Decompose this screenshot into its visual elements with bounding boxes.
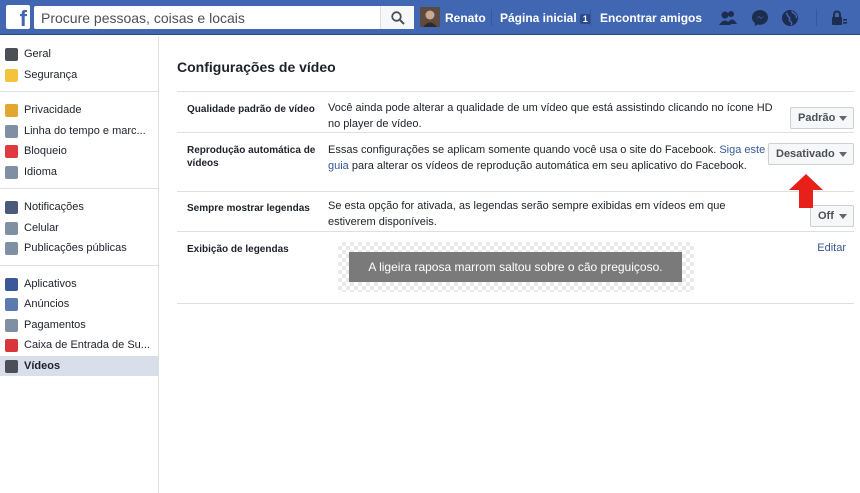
autoplay-dropdown[interactable]: Desativado: [768, 143, 854, 165]
notifications-globe-icon[interactable]: [781, 9, 799, 27]
red-arrow-up-icon: [789, 174, 823, 208]
sidebar-item-gear[interactable]: Geral: [0, 44, 158, 65]
autoplay-desc-text-after: para alterar os vídeos de reprodução aut…: [348, 160, 747, 172]
search-icon: [390, 10, 405, 25]
profile-link[interactable]: Renato: [445, 11, 486, 25]
top-navigation-bar: f Renato Página inicial1 Encontrar amigo…: [0, 0, 860, 35]
sidebar-item-mobile[interactable]: Celular: [0, 218, 158, 239]
sidebar-item-label: Vídeos: [24, 359, 61, 372]
sidebar-item-ads[interactable]: Anúncios: [0, 294, 158, 315]
sidebar-item-shield[interactable]: Segurança: [0, 65, 158, 86]
sidebar-item-label: Idioma: [24, 165, 58, 178]
settings-row-caption-display: Exibição de legendas A ligeira raposa ma…: [177, 232, 854, 304]
sidebar-group: Privacidade Linha do tempo e marc... Bloqu…: [0, 92, 158, 189]
setting-label: Sempre mostrar legendas: [187, 203, 310, 214]
sidebar-item-payments[interactable]: Pagamentos: [0, 315, 158, 336]
sidebar-item-film[interactable]: Vídeos: [0, 355, 158, 376]
sidebar-group: Notificações Celular Publicações públicas: [0, 189, 158, 266]
setting-description: Se esta opção for ativada, as legendas s…: [328, 200, 726, 228]
home-link[interactable]: Página inicial 1: [500, 11, 591, 25]
settings-row-autoplay: Reprodução automática de vídeos Essas co…: [177, 133, 854, 192]
sidebar-item-block[interactable]: Bloqueio: [0, 141, 158, 162]
search-button[interactable]: [380, 6, 414, 29]
sidebar-group: Geral Segurança: [0, 36, 158, 92]
sidebar-item-label: Aplicativos: [24, 277, 77, 290]
sidebar-item-label: Celular: [24, 221, 59, 234]
mobile-icon: [5, 221, 18, 235]
sidebar-item-label: Notificações: [24, 201, 84, 213]
privacy-shortcuts-icon[interactable]: [829, 9, 847, 27]
shield-icon: [5, 68, 18, 82]
sidebar-item-label: Pagamentos: [24, 318, 86, 331]
setting-label: Exibição de legendas: [187, 244, 289, 255]
sidebar-item-label: Segurança: [24, 68, 78, 81]
friend-requests-icon[interactable]: [719, 9, 737, 27]
caption-preview: A ligeira raposa marrom saltou sobre o c…: [338, 242, 694, 292]
user-avatar[interactable]: [420, 7, 440, 27]
sidebar-item-label: Geral: [24, 48, 51, 60]
lock-icon: [5, 104, 18, 117]
find-friends-link[interactable]: Encontrar amigos: [600, 11, 702, 25]
settings-row-default-quality: Qualidade padrão de vídeo Você ainda pod…: [177, 92, 854, 133]
nav-divider: [491, 9, 492, 26]
sidebar-item-apps[interactable]: Aplicativos: [0, 274, 158, 295]
sidebar-item-language[interactable]: Idioma: [0, 162, 158, 183]
sidebar-group: Aplicativos Anúncios Pagamentos Caixa de En…: [0, 266, 158, 383]
chevron-down-icon: [839, 152, 847, 157]
timeline-icon: [5, 124, 18, 138]
language-icon: [5, 165, 18, 179]
caption-sample-text: A ligeira raposa marrom saltou sobre o c…: [349, 252, 682, 282]
edit-captions-link[interactable]: Editar: [817, 242, 846, 254]
sidebar-item-label: Bloqueio: [24, 145, 67, 157]
setting-label: Qualidade padrão de vídeo: [187, 104, 315, 115]
quality-dropdown[interactable]: Padrão: [790, 107, 854, 129]
sidebar-item-support[interactable]: Caixa de Entrada de Su...: [0, 335, 158, 356]
apps-icon: [5, 277, 18, 291]
sidebar-item-label: Publicações públicas: [24, 242, 127, 254]
page-title: Configurações de vídeo: [177, 59, 336, 75]
dropdown-value: Desativado: [776, 148, 835, 160]
rss-icon: [5, 242, 18, 255]
facebook-logo-icon[interactable]: f: [6, 5, 30, 31]
autoplay-desc-text: Essas configurações se aplicam somente q…: [328, 144, 720, 156]
messenger-icon[interactable]: [751, 9, 769, 27]
setting-description: Você ainda pode alterar a qualidade de u…: [328, 102, 773, 130]
sidebar-item-timeline[interactable]: Linha do tempo e marc...: [0, 121, 158, 142]
chevron-down-icon: [839, 116, 847, 121]
globe-icon: [5, 201, 18, 214]
nav-divider: [816, 9, 817, 26]
support-icon: [5, 339, 18, 352]
sidebar-item-rss[interactable]: Publicações públicas: [0, 238, 158, 259]
block-icon: [5, 145, 18, 158]
settings-sidebar: Geral Segurança Privacidade Linha do tempo …: [0, 36, 159, 493]
setting-label: Reprodução automática de vídeos: [187, 145, 316, 169]
nav-divider: [590, 9, 591, 26]
payments-icon: [5, 318, 18, 332]
sidebar-item-label: Caixa de Entrada de Su...: [24, 339, 150, 351]
chevron-down-icon: [839, 214, 847, 219]
search-input[interactable]: [34, 6, 374, 29]
dropdown-value: Off: [818, 210, 834, 222]
settings-list: Qualidade padrão de vídeo Você ainda pod…: [177, 91, 854, 304]
gear-icon: [5, 48, 18, 61]
ads-icon: [5, 298, 18, 311]
search-box: [34, 6, 414, 29]
film-icon: [5, 359, 18, 373]
video-settings-panel: Configurações de vídeo Qualidade padrão …: [177, 36, 854, 304]
setting-description: Essas configurações se aplicam somente q…: [328, 142, 773, 174]
sidebar-item-globe[interactable]: Notificações: [0, 197, 158, 218]
settings-row-always-show-captions: Sempre mostrar legendas Se esta opção fo…: [177, 192, 854, 232]
sidebar-item-label: Linha do tempo e marc...: [24, 124, 146, 137]
home-label: Página inicial: [500, 11, 577, 25]
dropdown-value: Padrão: [798, 112, 836, 124]
sidebar-item-label: Anúncios: [24, 298, 70, 310]
sidebar-item-label: Privacidade: [24, 104, 82, 116]
sidebar-item-lock[interactable]: Privacidade: [0, 100, 158, 121]
